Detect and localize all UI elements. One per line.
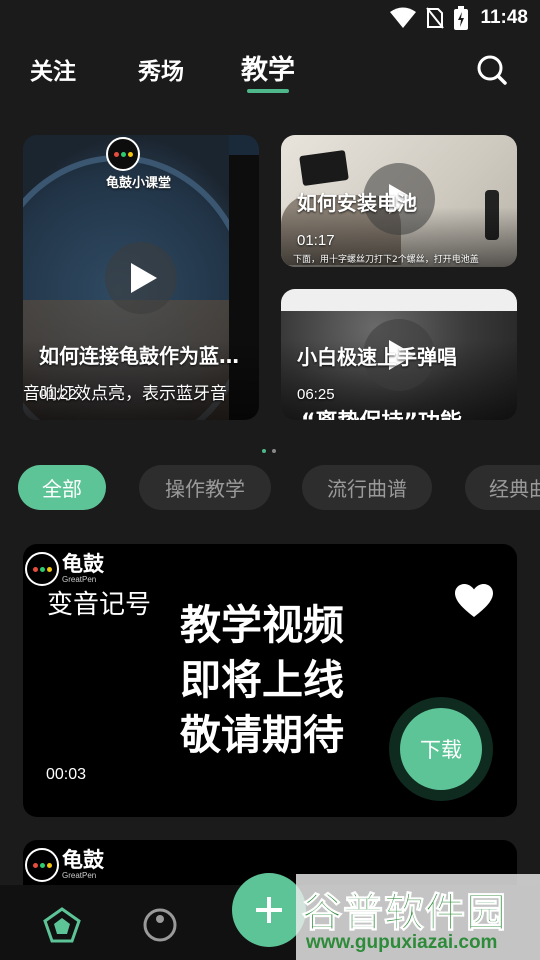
card-message: 教学视频 即将上线 敬请期待 <box>180 598 344 763</box>
brand-name: 龟鼓小课堂 <box>106 176 172 191</box>
watermark-text: 谷普软件园 <box>302 890 507 937</box>
card-logo: 龟鼓 GreatPen <box>25 552 104 586</box>
logo-subtext: GreatPen <box>62 871 97 880</box>
card-message-line: 即将上线 <box>180 656 344 704</box>
video-title: 小白极速上手弹唱 <box>297 345 457 369</box>
video-duration: 01:17 <box>297 232 335 249</box>
turtle-logo-icon <box>25 552 59 586</box>
battery-charging-icon <box>454 6 469 30</box>
carousel-pager <box>262 449 276 453</box>
category-filter: 全部 操作教学 流行曲谱 经典曲谱 <box>18 465 540 510</box>
add-button[interactable] <box>232 873 306 947</box>
status-bar: 11:48 <box>0 0 540 36</box>
pager-dot <box>272 449 276 453</box>
card-message-line: 敬请期待 <box>180 711 344 759</box>
card-logo: 龟鼓 GreatPen <box>25 848 104 882</box>
video-top-strip <box>281 289 517 311</box>
card-duration: 00:03 <box>46 766 87 783</box>
video-caption: 下面，用十字螺丝刀打下2个螺丝，打开电池盖 <box>293 255 479 265</box>
logo-subtext: GreatPen <box>62 575 97 584</box>
featured-video-3[interactable]: 小白极速上手弹唱 06:25 “离势保持”功能 <box>281 289 517 420</box>
video-duration: 01:22 <box>39 386 77 403</box>
watermark-url: www.gupuxiazai.com <box>306 932 498 953</box>
chip-classic[interactable]: 经典曲谱 <box>465 465 540 510</box>
featured-video-2[interactable]: 如何安装电池 01:17 下面，用十字螺丝刀打下2个螺丝，打开电池盖 <box>281 135 517 267</box>
top-nav: 关注 秀场 教学 <box>0 48 540 93</box>
logo-text: 龟鼓 <box>62 848 104 872</box>
watermark: 谷普软件园 www.gupuxiazai.com <box>296 874 540 960</box>
download-button-ring: 下载 <box>389 697 493 801</box>
turtle-logo-icon <box>25 848 59 882</box>
tab-show[interactable]: 秀场 <box>138 52 184 86</box>
home-pentagon-icon[interactable] <box>42 905 82 945</box>
wifi-icon <box>390 7 417 29</box>
add-icon <box>256 897 282 923</box>
video-card[interactable]: 龟鼓 GreatPen 变音记号 教学视频 即将上线 敬请期待 00:03 下载 <box>23 544 517 817</box>
active-tab-indicator <box>247 89 289 93</box>
card-series: 变音记号 <box>47 590 152 620</box>
search-icon[interactable] <box>474 52 510 88</box>
drum-icon[interactable] <box>140 905 180 945</box>
play-icon[interactable] <box>105 242 177 314</box>
device-image <box>299 149 349 187</box>
video-caption: “离势保持”功能 <box>301 404 462 420</box>
video-title: 如何安装电池 <box>297 191 417 215</box>
brand-logo-icon <box>106 137 140 171</box>
chip-all[interactable]: 全部 <box>18 465 106 510</box>
tab-teaching-label: 教学 <box>241 55 295 86</box>
clock: 11:48 <box>480 7 528 28</box>
settings-header <box>229 135 259 155</box>
tab-teaching[interactable]: 教学 <box>241 48 295 93</box>
no-sim-icon <box>426 7 445 29</box>
logo-text: 龟鼓 <box>62 552 104 576</box>
download-button[interactable]: 下载 <box>400 708 482 790</box>
heart-icon[interactable] <box>455 584 493 622</box>
video-duration: 06:25 <box>297 386 335 403</box>
chip-operation[interactable]: 操作教学 <box>139 465 271 510</box>
video-title: 如何连接龟鼓作为蓝… <box>39 344 239 368</box>
card-message-line: 教学视频 <box>180 601 344 649</box>
pager-dot <box>262 449 266 453</box>
tab-follow[interactable]: 关注 <box>30 52 76 86</box>
chip-pop[interactable]: 流行曲谱 <box>302 465 432 510</box>
